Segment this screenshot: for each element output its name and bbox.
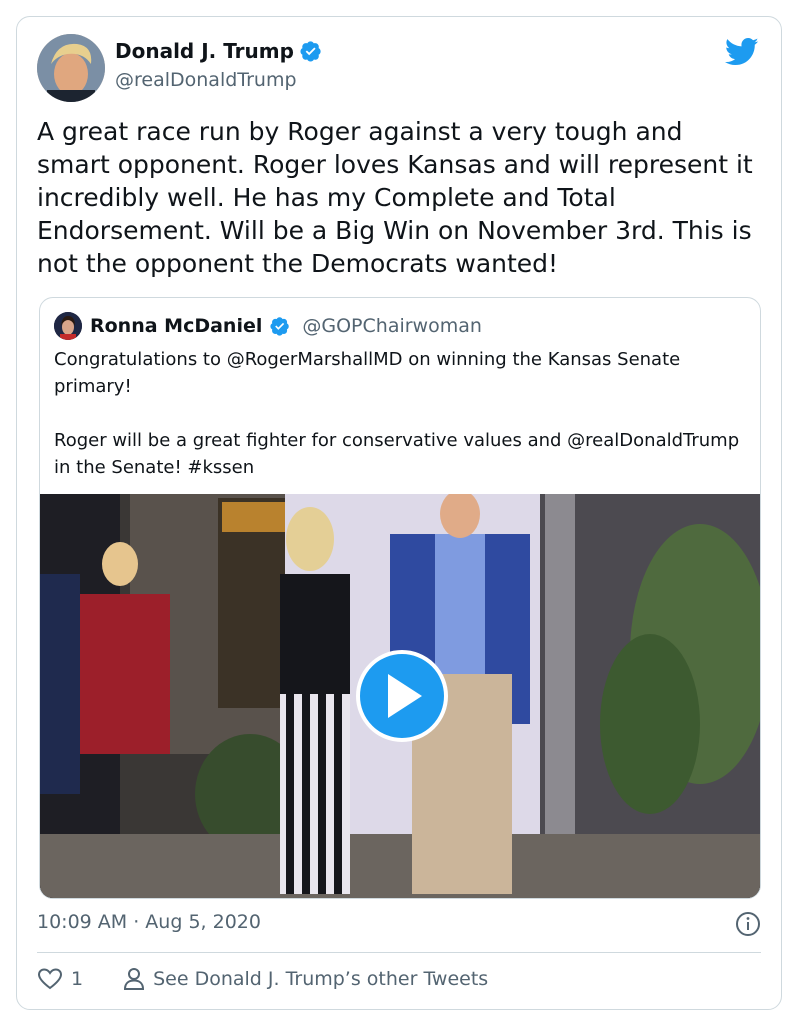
verified-badge-icon — [270, 317, 290, 336]
video-player[interactable] — [40, 494, 760, 898]
like-count: 1 — [71, 968, 84, 990]
quoted-author-handle: @GOPChairwoman — [302, 315, 482, 337]
play-button[interactable] — [356, 650, 448, 742]
tweet-timestamp[interactable]: 10:09 AM · Aug 5, 2020 — [37, 911, 261, 933]
person-icon — [124, 968, 145, 990]
like-button[interactable]: 1 — [37, 967, 83, 991]
tweet-card: Donald J. Trump @realDonaldTrump A great… — [16, 16, 782, 1010]
author-handle[interactable]: @realDonaldTrump — [115, 69, 297, 91]
heart-icon — [37, 968, 63, 990]
twitter-bird-icon[interactable] — [725, 37, 759, 67]
author-name-text: Donald J. Trump — [115, 39, 294, 63]
quoted-text-paragraph-1: Congratulations to @RogerMarshallMD on w… — [54, 349, 681, 397]
author-avatar[interactable] — [37, 34, 105, 102]
see-other-tweets-label: See Donald J. Trump’s other Tweets — [153, 968, 489, 990]
tweet-text: A great race run by Roger against a very… — [37, 117, 753, 278]
see-other-tweets-link[interactable]: See Donald J. Trump’s other Tweets — [123, 967, 488, 991]
tweet-actions: 1 See Donald J. Trump’s other Tweets — [37, 967, 488, 991]
quoted-tweet[interactable]: Ronna McDaniel @GOPChairwoman Congratula… — [39, 297, 761, 899]
quoted-tweet-header: Ronna McDaniel @GOPChairwoman — [54, 312, 482, 340]
info-icon[interactable] — [735, 911, 761, 937]
author-name[interactable]: Donald J. Trump — [115, 39, 322, 63]
quoted-tweet-text: Congratulations to @RogerMarshallMD on w… — [54, 346, 744, 481]
quoted-author-name: Ronna McDaniel — [90, 315, 263, 337]
quoted-text-paragraph-2: Roger will be a great fighter for conser… — [54, 430, 740, 478]
quoted-author-avatar — [54, 312, 82, 340]
divider — [37, 952, 761, 953]
play-icon — [388, 674, 422, 718]
verified-badge-icon — [300, 41, 321, 62]
